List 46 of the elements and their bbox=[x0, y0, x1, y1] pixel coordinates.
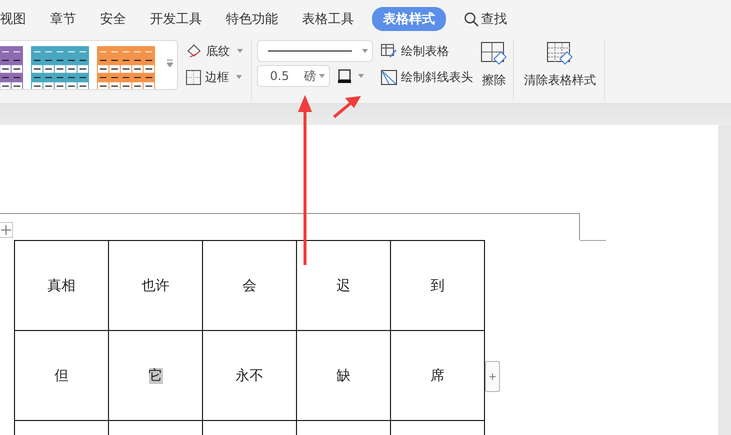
draw-table-button[interactable]: 绘制表格 bbox=[381, 42, 473, 60]
line-style-dropdown[interactable] bbox=[257, 40, 373, 62]
table-cell-text: 但 bbox=[54, 368, 68, 384]
shading-button[interactable]: 底纹 bbox=[186, 42, 243, 60]
caret-icon bbox=[362, 49, 368, 53]
table-style-thumbnail[interactable] bbox=[31, 45, 90, 89]
diagonal-cell-icon bbox=[381, 70, 397, 84]
gallery-more-icon[interactable] bbox=[167, 59, 173, 67]
table-cell-text: 迟 bbox=[336, 278, 350, 294]
table-cell-text: 会 bbox=[242, 278, 256, 294]
table-cell-text: 到 bbox=[430, 278, 444, 294]
search-icon bbox=[464, 12, 479, 26]
annotation-arrow bbox=[333, 96, 362, 118]
pencil-grid-icon bbox=[381, 44, 397, 58]
caret-icon bbox=[236, 75, 242, 79]
solid-line-icon bbox=[268, 50, 352, 52]
table-cell-text: 永不 bbox=[236, 368, 264, 384]
ribbon-tab[interactable]: 特色功能 bbox=[226, 8, 278, 30]
move-handle-icon[interactable] bbox=[0, 222, 13, 238]
border-color-button[interactable] bbox=[338, 67, 364, 85]
draw-diagonal-header-button[interactable]: 绘制斜线表头 bbox=[381, 68, 473, 86]
table-cell-text: 席 bbox=[430, 368, 444, 384]
table-cell-text: 真相 bbox=[48, 278, 76, 294]
border-button[interactable]: 边框 bbox=[186, 68, 243, 86]
table-cell-text: 也许 bbox=[142, 278, 170, 294]
ribbon-tab[interactable]: 章节 bbox=[50, 8, 76, 30]
table-cell-text: 它 bbox=[148, 368, 162, 384]
erase-button[interactable]: 擦除 bbox=[482, 72, 506, 89]
caret-icon bbox=[358, 74, 364, 78]
eraser-table-icon bbox=[547, 42, 573, 66]
border-grid-icon bbox=[186, 70, 201, 84]
table-style-thumbnail[interactable] bbox=[97, 45, 156, 89]
search-tab[interactable]: 查找 bbox=[464, 10, 507, 28]
clear-table-style-button[interactable]: 清除表格样式 bbox=[524, 72, 596, 89]
ribbon-tab[interactable]: 安全 bbox=[100, 8, 126, 30]
ribbon-tab[interactable]: 视图 bbox=[0, 8, 26, 30]
caret-icon bbox=[319, 74, 325, 78]
border-color-icon bbox=[338, 69, 351, 83]
line-width-dropdown[interactable]: 0.5 磅 bbox=[257, 65, 330, 87]
add-column-button[interactable]: + bbox=[485, 361, 500, 392]
ribbon-tab[interactable]: 开发工具 bbox=[150, 8, 202, 30]
ribbon-tab[interactable]: 表格工具 bbox=[302, 8, 354, 30]
eraser-grid-icon bbox=[481, 42, 507, 66]
caret-icon bbox=[237, 49, 243, 53]
paint-bucket-icon bbox=[186, 43, 202, 59]
table-cell-text: 缺 bbox=[336, 368, 350, 384]
